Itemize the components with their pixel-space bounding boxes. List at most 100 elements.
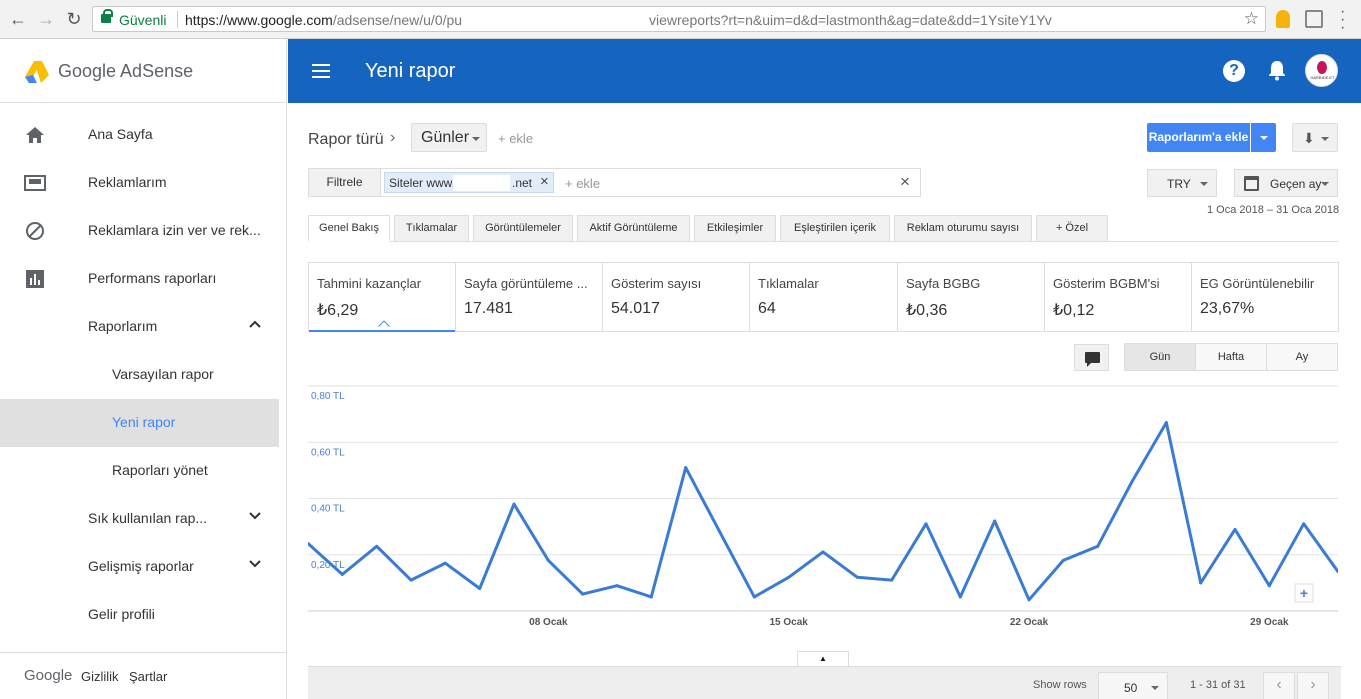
remove-filter-icon[interactable]: × bbox=[540, 173, 549, 190]
add-filter-link[interactable]: + ekle bbox=[565, 176, 600, 191]
chip-prefix: Siteler www. bbox=[389, 176, 456, 190]
sidebar-item-label: Reklamlara izin ver ve rek... bbox=[88, 222, 261, 238]
tab-views[interactable]: Görüntülemeler bbox=[473, 215, 573, 242]
add-to-reports-dropdown[interactable] bbox=[1251, 123, 1276, 152]
url-tail: viewreports?rt=n&uim=d&d=lastmonth&ag=da… bbox=[649, 12, 1052, 28]
granularity-month[interactable]: Ay bbox=[1266, 343, 1338, 371]
calendar-icon bbox=[1244, 176, 1259, 191]
show-rows-label: Show rows bbox=[1033, 679, 1087, 691]
page-info: 1 - 31 of 31 bbox=[1190, 679, 1246, 691]
reload-icon[interactable]: ↻ bbox=[64, 9, 84, 29]
tab-custom[interactable]: + Özel bbox=[1036, 215, 1108, 242]
prev-page-button[interactable]: ‹ bbox=[1263, 672, 1295, 699]
metric-title: Sayfa görüntüleme ... bbox=[464, 276, 588, 291]
sidebar-footer: Google Gizlilik Şartlar bbox=[0, 652, 286, 699]
granularity-day[interactable]: Gün bbox=[1124, 343, 1196, 371]
sidebar-item-advanced-reports[interactable]: Gelişmiş raporlar bbox=[0, 543, 279, 591]
collapse-chart-button[interactable]: ▲ bbox=[797, 651, 849, 667]
add-dimension-link[interactable]: + ekle bbox=[498, 131, 533, 146]
lock-icon bbox=[101, 9, 113, 23]
privacy-link[interactable]: Gizlilik bbox=[81, 669, 119, 684]
url-host: https://www.google.com bbox=[185, 12, 333, 28]
plus-icon: + bbox=[1300, 585, 1308, 601]
chevron-up-icon[interactable] bbox=[247, 316, 263, 332]
next-page-button[interactable]: › bbox=[1297, 672, 1329, 699]
sidebar-item-default-report[interactable]: Varsayılan rapor bbox=[0, 351, 279, 399]
data-point bbox=[546, 558, 550, 562]
dimension-dropdown[interactable]: Günler bbox=[411, 123, 487, 152]
bookmark-star-icon[interactable]: ☆ bbox=[1244, 9, 1259, 29]
y-tick-label: 0,60 TL bbox=[311, 447, 345, 458]
metric-card-page-views[interactable]: Sayfa görüntüleme ... 17.481 bbox=[456, 263, 603, 331]
metric-card-page-rpm[interactable]: Sayfa BGBG ₺0,36 bbox=[898, 263, 1045, 331]
redacted-mask bbox=[453, 175, 510, 191]
sidebar-item-my-reports[interactable]: Raporlarım bbox=[0, 303, 279, 351]
granularity-week[interactable]: Hafta bbox=[1195, 343, 1267, 371]
app-header: Yeni rapor ? HARBIDE.ET bbox=[288, 39, 1361, 103]
sidebar-item-manage-reports[interactable]: Raporları yönet bbox=[0, 447, 279, 495]
currency-dropdown[interactable]: TRY bbox=[1147, 169, 1217, 197]
data-point bbox=[1164, 421, 1168, 425]
tab-clicks[interactable]: Tıklamalar bbox=[394, 215, 469, 242]
rows-per-page-select[interactable]: 50 bbox=[1098, 672, 1168, 699]
annotations-button[interactable] bbox=[1074, 344, 1109, 371]
download-icon: ⬇ bbox=[1303, 130, 1315, 146]
tab-ad-sessions[interactable]: Reklam oturumu sayısı bbox=[894, 215, 1032, 242]
data-point bbox=[615, 584, 619, 588]
ads-icon bbox=[24, 175, 46, 191]
sidebar-item-performance-reports[interactable]: Performans raporları bbox=[0, 255, 279, 303]
add-to-my-reports-button[interactable]: Raporlarım'a ekle bbox=[1147, 123, 1250, 152]
date-range-dropdown[interactable]: Geçen ay bbox=[1234, 169, 1338, 197]
data-point bbox=[1130, 480, 1134, 484]
terms-link[interactable]: Şartlar bbox=[129, 669, 167, 684]
metric-card-earnings[interactable]: Tahmini kazançlar ₺6,29 bbox=[309, 263, 456, 332]
data-point bbox=[684, 466, 688, 470]
chip-suffix: .net bbox=[512, 176, 533, 190]
address-bar[interactable]: Güvenli https://www.google.com/adsense/n… bbox=[92, 6, 1266, 32]
back-icon[interactable]: ← bbox=[8, 9, 28, 29]
metric-card-clicks[interactable]: Tıklamalar 64 bbox=[750, 263, 898, 331]
metric-title: Tahmini kazançlar bbox=[317, 276, 422, 291]
extension-icon[interactable] bbox=[1276, 10, 1290, 28]
report-tabs: Genel Bakış Tıklamalar Görüntülemeler Ak… bbox=[308, 215, 1338, 242]
report-type-label: Rapor türü bbox=[308, 131, 384, 148]
data-point bbox=[855, 575, 859, 579]
active-indicator bbox=[378, 320, 390, 332]
filter-button[interactable]: Filtrele bbox=[309, 169, 381, 196]
avatar[interactable]: HARBIDE.ET bbox=[1305, 54, 1338, 87]
report-content: Rapor türü › Günler + ekle Raporlarım'a … bbox=[288, 103, 1361, 699]
sidebar-item-new-report[interactable]: Yeni rapor bbox=[0, 399, 279, 447]
sidebar-item-my-ads[interactable]: Reklamlarım bbox=[0, 159, 279, 207]
download-button[interactable]: ⬇ bbox=[1292, 123, 1338, 152]
currency-value: TRY bbox=[1167, 177, 1191, 191]
sidebar-item-home[interactable]: Ana Sayfa bbox=[0, 111, 279, 159]
notifications-bell-icon[interactable] bbox=[1268, 59, 1286, 81]
clear-filters-icon[interactable]: × bbox=[900, 172, 910, 192]
sidebar-item-allow-block-ads[interactable]: Reklamlara izin ver ve rek... bbox=[0, 207, 279, 255]
sidebar-item-label: Reklamlarım bbox=[88, 174, 167, 190]
help-icon[interactable]: ? bbox=[1223, 60, 1245, 82]
metric-card-impressions[interactable]: Gösterim sayısı 54.017 bbox=[603, 263, 750, 331]
tab-interactions[interactable]: Etkileşimler bbox=[694, 215, 776, 242]
tab-active-view[interactable]: Aktif Görüntüleme bbox=[577, 215, 690, 242]
sidebar-item-frequent-reports[interactable]: Sık kullanılan rap... bbox=[0, 495, 279, 543]
metric-title: Gösterim sayısı bbox=[611, 276, 702, 291]
chevron-down-icon[interactable] bbox=[247, 556, 263, 572]
tab-overview[interactable]: Genel Bakış bbox=[308, 215, 390, 242]
metric-value: 54.017 bbox=[611, 300, 660, 317]
caret-down-icon bbox=[1321, 182, 1329, 186]
metric-card-impression-rpm[interactable]: Gösterim BGBM'si ₺0,12 bbox=[1045, 263, 1192, 331]
filter-chip-site[interactable]: Siteler www. .net × bbox=[384, 172, 554, 193]
extension-icon-2[interactable] bbox=[1305, 10, 1323, 28]
sidebar-item-label: Raporları yönet bbox=[112, 462, 208, 478]
browser-menu-icon[interactable]: · · · bbox=[1340, 4, 1350, 36]
page-title: Yeni rapor bbox=[365, 60, 456, 82]
tab-matched-content[interactable]: Eşleştirilen içerik bbox=[780, 215, 890, 242]
sidebar-item-revenue-profile[interactable]: Gelir profili bbox=[0, 591, 279, 639]
chevron-down-icon[interactable] bbox=[247, 508, 263, 524]
forward-icon[interactable]: → bbox=[36, 9, 56, 29]
menu-icon[interactable] bbox=[312, 64, 330, 78]
data-point bbox=[787, 575, 791, 579]
sidebar-item-label: Raporlarım bbox=[88, 318, 158, 334]
metric-card-viewable[interactable]: EG Görüntülenebilir 23,67% bbox=[1192, 263, 1338, 331]
